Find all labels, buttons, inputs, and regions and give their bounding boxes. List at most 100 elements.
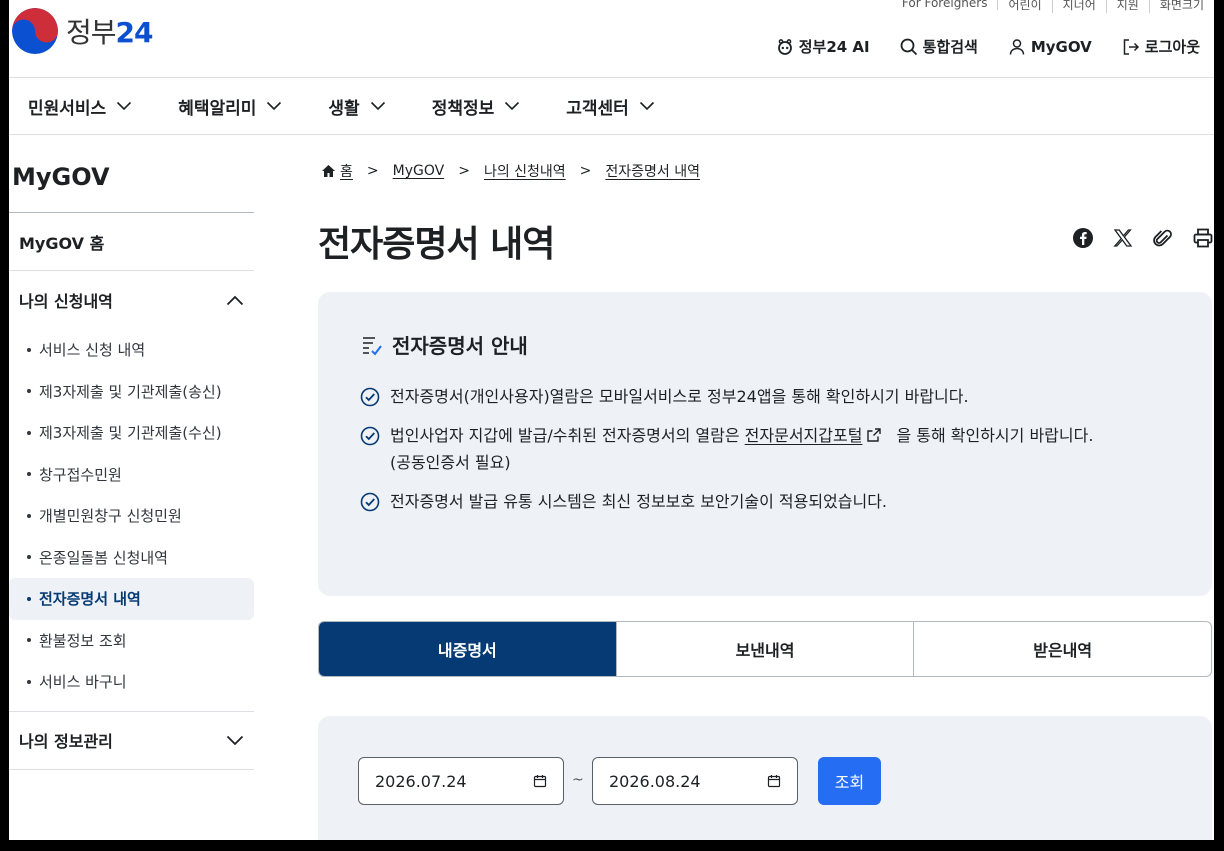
date-search-panel: 2026.07.24 ~ 2026.08.24 조회: [318, 716, 1212, 840]
start-date-value: 2026.07.24: [375, 771, 467, 791]
guide-title: 전자증명서 안내: [360, 330, 1170, 359]
bullet-icon: [27, 555, 31, 560]
guide-line-2: 법인사업자 지갑에 발급/수취된 전자증명서의 열람은 전자문서지갑포털 을 통해…: [360, 422, 1170, 476]
guide-line-3-text: 전자증명서 발급 유통 시스템은 최신 정보보호 보안기술이 적용되었습니다.: [390, 492, 888, 511]
sidebar: MyGOV MyGOV 홈 나의 신청내역 서비스 신청 내역 제3자제출 및 …: [9, 135, 254, 770]
sidebar-section-label: 나의 정보관리: [19, 732, 113, 751]
guide-line-2-content: 법인사업자 지갑에 발급/수취된 전자증명서의 열람은 전자문서지갑포털 을 통해…: [390, 422, 1093, 476]
main-nav: 민원서비스 혜택알리미 생활 정책정보 고객센터: [9, 78, 1214, 135]
logo-text: 정부24: [66, 11, 153, 51]
integrated-search-button[interactable]: 통합검색: [900, 36, 978, 57]
print-icon[interactable]: [1192, 227, 1214, 249]
guide-line-1-text: 전자증명서(개인사용자)열람은 모바일서비스로 정부24앱을 통해 확인하시기 …: [390, 387, 969, 406]
external-link-icon[interactable]: [866, 427, 882, 443]
chevron-right-icon: >: [366, 163, 379, 179]
chevron-right-icon: >: [458, 163, 470, 179]
sidebar-title: MyGOV: [9, 135, 254, 213]
bullet-icon: [27, 347, 31, 352]
check-circle-icon: [360, 387, 380, 407]
util-senior[interactable]: 지너어: [1053, 0, 1107, 13]
sidebar-item-mygov-home[interactable]: MyGOV 홈: [9, 213, 254, 271]
logout-label: 로그아웃: [1144, 38, 1200, 56]
sidebar-section-applications[interactable]: 나의 신청내역: [9, 271, 254, 329]
date-range-separator: ~: [572, 772, 584, 788]
chevron-down-icon: [505, 101, 520, 111]
chevron-down-icon: [226, 735, 244, 745]
chevron-down-icon: [639, 101, 654, 111]
mygov-label: MyGOV: [1030, 37, 1092, 56]
share-tools: [1072, 227, 1214, 249]
breadcrumb-home[interactable]: 홈: [340, 161, 353, 181]
sidebar-item-refund-info[interactable]: 환불정보 조회: [9, 620, 254, 662]
sidebar-item-third-party-sent[interactable]: 제3자제출 및 기관제출(송신): [9, 371, 254, 413]
robot-icon: [777, 38, 792, 55]
sidebar-item-counter-applications[interactable]: 창구접수민원: [9, 454, 254, 496]
nav-label: 민원서비스: [28, 98, 107, 119]
sidebar-item-label: 전자증명서 내역: [39, 590, 141, 609]
breadcrumb-applications[interactable]: 나의 신청내역: [484, 161, 566, 181]
sidebar-item-all-day-care[interactable]: 온종일돌봄 신청내역: [9, 537, 254, 579]
sidebar-item-e-certificates[interactable]: 전자증명서 내역: [9, 578, 254, 620]
search-query-button[interactable]: 조회: [818, 757, 881, 805]
sidebar-item-label: 개별민원창구 신청민원: [39, 507, 182, 526]
sidebar-section-label: 나의 신청내역: [19, 292, 113, 311]
breadcrumb-current[interactable]: 전자증명서 내역: [605, 161, 700, 181]
util-font-size[interactable]: 화면크기: [1150, 0, 1204, 13]
sidebar-item-label: 온종일돌봄 신청내역: [39, 548, 168, 567]
e-certificate-guide-panel: 전자증명서 안내 전자증명서(개인사용자)열람은 모바일서비스로 정부24앱을 …: [318, 292, 1212, 596]
sidebar-item-label: 제3자제출 및 기관제출(수신): [39, 424, 222, 443]
gov24-ai-button[interactable]: 정부24 AI: [776, 36, 870, 57]
nav-label: 혜택알리미: [178, 98, 257, 119]
nav-benefit-alarm[interactable]: 혜택알리미: [178, 94, 282, 119]
tab-received-history[interactable]: 받은내역: [914, 622, 1211, 676]
util-foreigners[interactable]: For Foreigners: [892, 0, 999, 10]
guide-line-3: 전자증명서 발급 유통 시스템은 최신 정보보호 보안기술이 적용되었습니다.: [360, 488, 1170, 515]
e-document-wallet-portal-link[interactable]: 전자문서지갑포털: [745, 426, 863, 445]
nav-customer-center[interactable]: 고객센터: [566, 94, 655, 119]
nav-civil-service[interactable]: 민원서비스: [28, 94, 132, 119]
chevron-right-icon: >: [579, 163, 592, 179]
certificate-tabs: 내증명서 보낸내역 받은내역: [318, 621, 1212, 677]
bullet-icon: [27, 430, 31, 435]
taegeuk-logo-icon: [12, 8, 58, 54]
logout-icon: [1123, 38, 1139, 55]
guide-line-2-text-b: 을 통해 확인하시기 바랍니다.: [896, 426, 1094, 445]
nav-label: 고객센터: [566, 98, 629, 119]
facebook-icon[interactable]: [1072, 227, 1094, 249]
breadcrumb: 홈 > MyGOV > 나의 신청내역 > 전자증명서 내역: [321, 161, 700, 181]
gov24-ai-label: 정부24 AI: [798, 38, 870, 56]
chevron-down-icon: [370, 101, 385, 111]
util-support[interactable]: 지원: [1107, 0, 1150, 13]
check-circle-icon: [360, 426, 380, 446]
sidebar-item-third-party-received[interactable]: 제3자제출 및 기관제출(수신): [9, 412, 254, 454]
bullet-icon: [27, 472, 31, 477]
bullet-icon: [27, 679, 31, 684]
nav-policy-info[interactable]: 정책정보: [432, 94, 521, 119]
sidebar-item-service-applications[interactable]: 서비스 신청 내역: [9, 329, 254, 371]
logout-button[interactable]: 로그아웃: [1122, 36, 1200, 57]
start-date-input[interactable]: 2026.07.24: [358, 757, 564, 805]
breadcrumb-mygov[interactable]: MyGOV: [393, 163, 445, 179]
sidebar-section-my-info[interactable]: 나의 정보관리: [9, 712, 254, 770]
tab-my-certificates[interactable]: 내증명서: [319, 622, 617, 676]
check-circle-icon: [360, 492, 380, 512]
nav-life[interactable]: 생활: [328, 94, 385, 119]
sidebar-item-service-basket[interactable]: 서비스 바구니: [9, 661, 254, 703]
sidebar-item-label: 창구접수민원: [39, 465, 122, 484]
end-date-input[interactable]: 2026.08.24: [592, 757, 798, 805]
chevron-down-icon: [117, 101, 132, 111]
sidebar-item-individual-window[interactable]: 개별민원창구 신청민원: [9, 495, 254, 537]
tab-sent-history[interactable]: 보낸내역: [617, 622, 915, 676]
utility-links: For Foreigners 어린이 지너어 지원 화면크기: [892, 0, 1204, 14]
mygov-button[interactable]: MyGOV: [1008, 36, 1092, 57]
util-kids[interactable]: 어린이: [998, 0, 1053, 13]
calendar-icon[interactable]: [767, 774, 781, 788]
guide-line-2-note: (공동인증서 필요): [390, 453, 511, 472]
nav-label: 생활: [328, 98, 360, 119]
sidebar-item-label: 제3자제출 및 기관제출(송신): [39, 382, 222, 401]
gov24-logo[interactable]: 정부24: [12, 8, 153, 54]
calendar-icon[interactable]: [533, 774, 547, 788]
paperclip-link-icon[interactable]: [1152, 227, 1174, 249]
checklist-icon: [363, 336, 382, 356]
x-twitter-icon[interactable]: [1112, 227, 1134, 249]
